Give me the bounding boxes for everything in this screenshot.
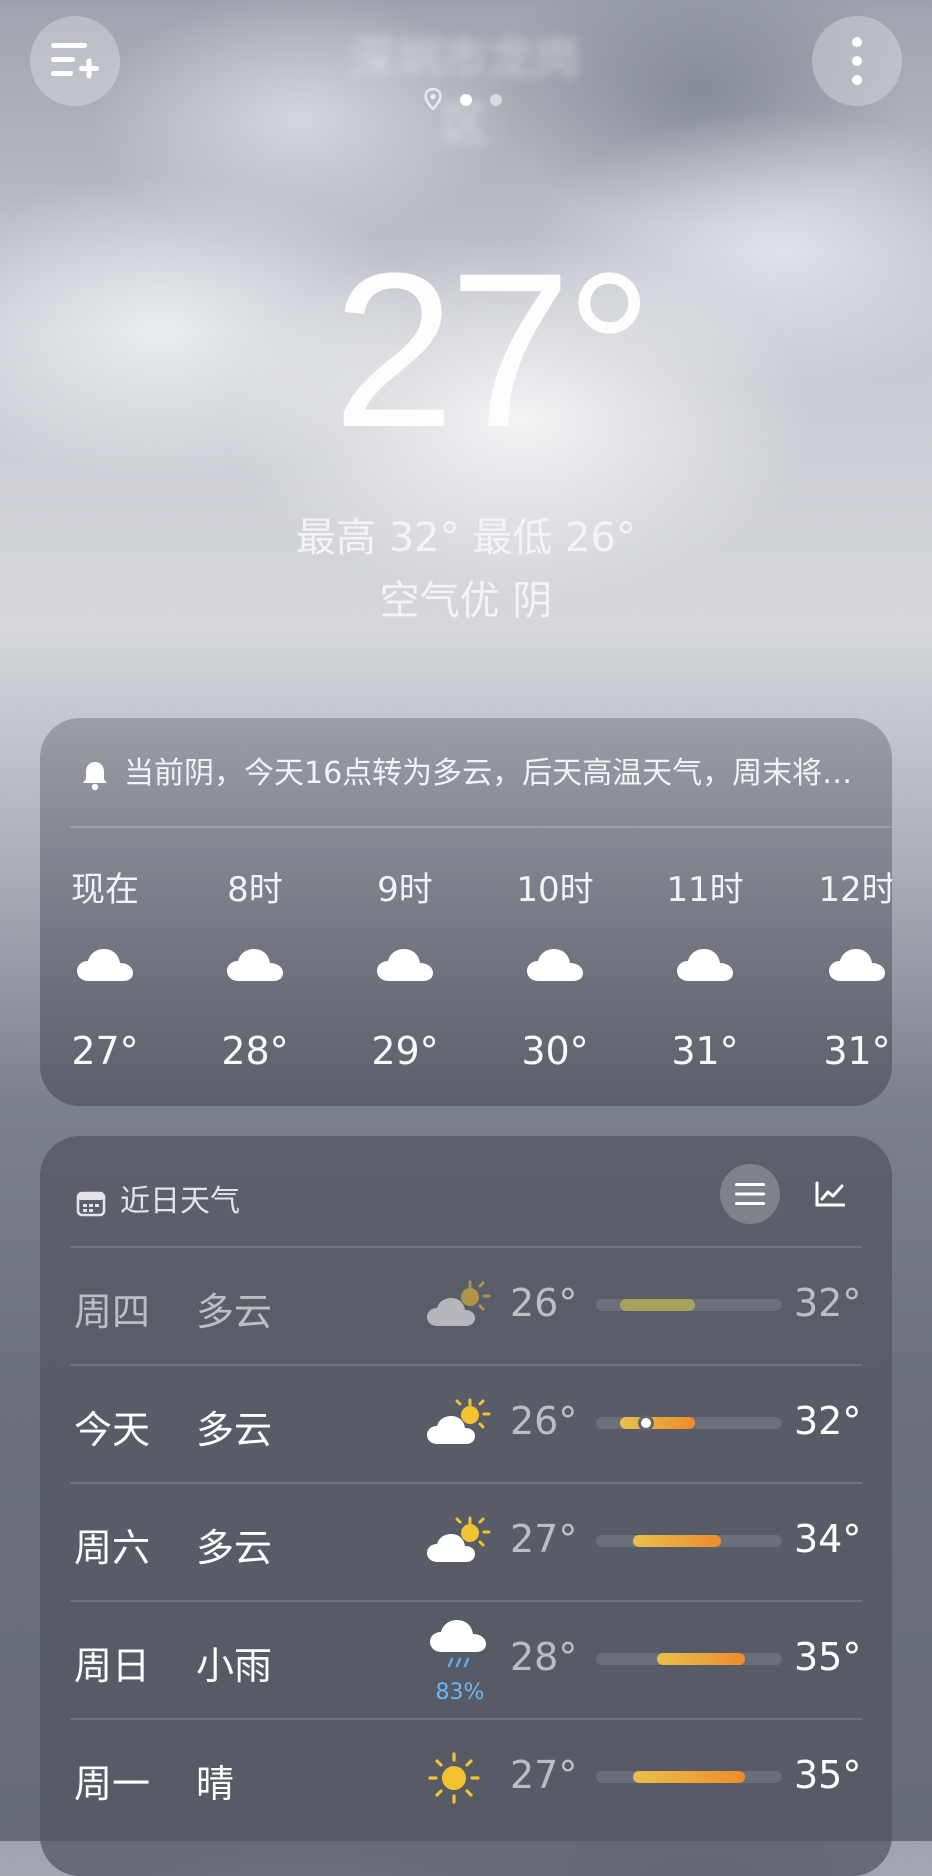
low-temp: 26° xyxy=(510,1399,578,1443)
daily-row[interactable]: 周一 晴 27° 35° xyxy=(70,1718,892,1836)
divider xyxy=(70,826,892,828)
high-temp: 35° xyxy=(794,1635,862,1679)
day-condition: 多云 xyxy=(196,1408,273,1452)
temp-range-fill xyxy=(633,1771,745,1783)
partly-cloudy-icon xyxy=(427,1398,491,1444)
temp-range-fill xyxy=(620,1299,695,1311)
city-manage-button[interactable] xyxy=(30,16,120,106)
sun-icon xyxy=(428,1752,480,1804)
day-name: 周四 xyxy=(74,1290,151,1334)
daily-row[interactable]: 周日 小雨 83% 28° 35° xyxy=(70,1600,892,1718)
daily-row[interactable]: 周四 多云 26° 32° xyxy=(70,1246,892,1364)
day-name: 周一 xyxy=(74,1762,151,1806)
temp-range-bar xyxy=(596,1771,782,1783)
list-icon xyxy=(735,1183,765,1205)
day-name: 周六 xyxy=(74,1526,151,1570)
divider xyxy=(70,1482,862,1484)
more-vertical-icon xyxy=(852,37,862,85)
hour-time: 12时 xyxy=(818,870,892,910)
hour-item: 现在 27° xyxy=(40,862,170,1073)
temp-range-fill xyxy=(620,1417,695,1429)
daily-title: 近日天气 xyxy=(120,1184,240,1219)
divider xyxy=(70,1364,862,1366)
line-chart-icon xyxy=(815,1181,845,1207)
cloud-icon xyxy=(527,949,583,981)
page-indicator[interactable] xyxy=(420,86,510,110)
high-temp: 32° xyxy=(794,1281,862,1325)
hour-item: 9时 29° xyxy=(340,862,470,1073)
hourly-forecast-card[interactable]: 当前阴，今天16点转为多云，后天高温天气，周末将… 现在 27° 8时 28° … xyxy=(40,718,892,1106)
high-low-temperature: 最高 32° 最低 26° xyxy=(296,515,636,561)
cloud-icon xyxy=(677,949,733,981)
daily-row[interactable]: 今天 多云 26° 32° xyxy=(70,1364,892,1482)
temp-range-bar xyxy=(596,1653,782,1665)
cloud-icon xyxy=(829,949,885,981)
cloud-icon xyxy=(377,949,433,981)
cloud-icon xyxy=(77,949,133,981)
daily-row[interactable]: 周六 多云 27° 34° xyxy=(70,1482,892,1600)
calendar-icon xyxy=(76,1191,106,1216)
list-view-button[interactable] xyxy=(720,1164,780,1224)
daily-forecast-card[interactable]: 近日天气 周四 多云 26° 32° 今天 多云 26° 32° 周六 多云 2… xyxy=(40,1136,892,1876)
alert-text: 当前阴，今天16点转为多云，后天高温天气，周末将… xyxy=(124,756,853,791)
hour-item: 11时 31° xyxy=(640,862,770,1073)
low-temp: 27° xyxy=(510,1753,578,1797)
temp-range-bar xyxy=(596,1415,782,1431)
bell-icon xyxy=(83,761,107,790)
day-name: 周日 xyxy=(74,1644,151,1688)
hour-item: 8时 28° xyxy=(190,862,320,1073)
high-temp: 32° xyxy=(794,1399,862,1443)
chart-view-button[interactable] xyxy=(800,1164,860,1224)
high-temp: 34° xyxy=(794,1517,862,1561)
air-quality-condition[interactable]: 空气优 阴 xyxy=(0,568,932,626)
day-condition: 多云 xyxy=(196,1526,273,1570)
day-condition: 小雨 xyxy=(196,1644,273,1688)
hour-item: 10时 30° xyxy=(490,862,620,1073)
cloud-icon xyxy=(227,949,283,981)
temp-range-fill xyxy=(633,1535,721,1547)
weather-alert[interactable]: 当前阴，今天16点转为多云，后天高温天气，周末将… xyxy=(80,748,862,792)
hour-temp: 30° xyxy=(521,1029,589,1073)
day-name: 今天 xyxy=(74,1408,151,1452)
hour-temp: 31° xyxy=(671,1029,739,1073)
daily-header: 近日天气 xyxy=(76,1176,240,1220)
hour-temp: 28° xyxy=(221,1029,289,1073)
hour-time: 10时 xyxy=(516,870,594,910)
day-condition: 多云 xyxy=(196,1290,273,1334)
more-options-button[interactable] xyxy=(812,16,902,106)
day-condition: 晴 xyxy=(196,1762,235,1806)
partly-cloudy-icon xyxy=(427,1516,491,1562)
low-temp: 28° xyxy=(510,1635,578,1679)
current-temperature: 27° xyxy=(332,227,654,473)
divider xyxy=(70,1246,862,1248)
low-temp: 27° xyxy=(510,1517,578,1561)
temp-range-bar xyxy=(596,1299,782,1311)
hour-time: 现在 xyxy=(71,870,139,910)
high-temp: 35° xyxy=(794,1753,862,1797)
divider xyxy=(70,1718,862,1720)
list-add-icon xyxy=(51,43,99,79)
page-dot-active xyxy=(460,94,472,106)
low-temp: 26° xyxy=(510,1281,578,1325)
page-dot xyxy=(490,94,502,106)
hour-time: 11时 xyxy=(666,870,744,910)
hour-temp: 31° xyxy=(823,1029,891,1073)
partly-cloudy-icon xyxy=(427,1280,491,1326)
hour-time: 9时 xyxy=(377,870,433,910)
temp-range-fill xyxy=(657,1653,745,1665)
precip-probability: 83% xyxy=(435,1680,485,1705)
temp-range-bar xyxy=(596,1535,782,1547)
hour-temp: 29° xyxy=(371,1029,439,1073)
hour-temp: 27° xyxy=(71,1029,139,1073)
divider xyxy=(70,1600,862,1602)
hour-item: 12时 31° xyxy=(792,862,892,1073)
hour-time: 8时 xyxy=(227,870,283,910)
rain-icon xyxy=(430,1620,486,1668)
location-icon xyxy=(424,88,442,110)
